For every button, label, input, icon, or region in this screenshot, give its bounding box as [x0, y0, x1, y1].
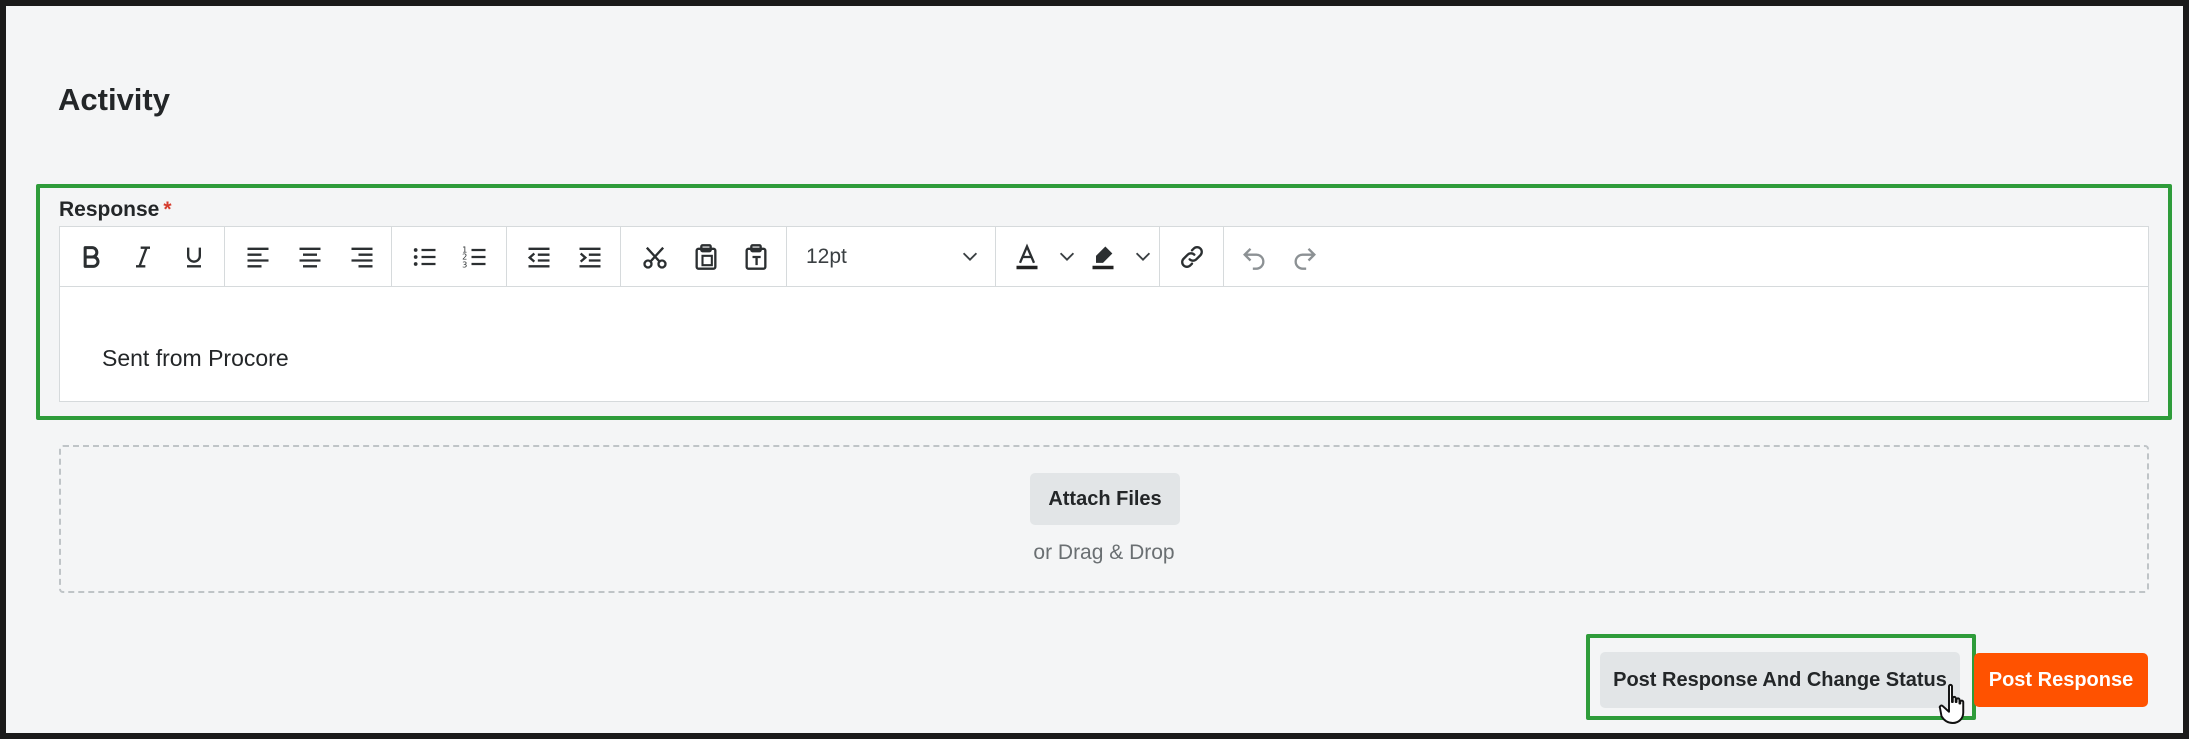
chevron-down-icon — [959, 245, 981, 267]
toolbar-group-lists: 123 — [392, 227, 507, 286]
bulleted-list-icon[interactable] — [408, 240, 442, 274]
highlight-color-chevron-icon[interactable] — [1132, 245, 1154, 267]
file-dropzone[interactable]: Attach Files or Drag & Drop — [59, 445, 2149, 593]
toolbar-group-text-style — [60, 227, 225, 286]
section-title: Activity — [58, 82, 170, 117]
drag-drop-hint: or Drag & Drop — [1033, 541, 1175, 564]
numbered-list-icon[interactable]: 123 — [458, 240, 492, 274]
underline-icon[interactable] — [177, 240, 211, 274]
attach-files-button[interactable]: Attach Files — [1030, 473, 1180, 525]
post-response-and-change-status-button[interactable]: Post Response And Change Status — [1600, 652, 1960, 708]
required-marker: * — [163, 198, 172, 221]
redo-icon[interactable] — [1288, 240, 1322, 274]
italic-icon[interactable] — [126, 240, 160, 274]
toolbar-group-history — [1224, 227, 1344, 286]
toolbar-group-colors — [996, 227, 1160, 286]
text-color-chevron-icon[interactable] — [1056, 245, 1078, 267]
text-color-icon[interactable] — [1010, 240, 1044, 274]
toolbar-group-alignment — [225, 227, 392, 286]
outdent-icon[interactable] — [522, 240, 556, 274]
editor-toolbar: 123 12pt — [60, 227, 2148, 287]
toolbar-group-font-size[interactable]: 12pt — [787, 227, 996, 286]
toolbar-group-clipboard — [621, 227, 787, 286]
indent-icon[interactable] — [573, 240, 607, 274]
cut-icon[interactable] — [638, 240, 672, 274]
toolbar-group-link — [1160, 227, 1224, 286]
svg-text:3: 3 — [462, 260, 467, 270]
bold-icon[interactable] — [74, 240, 108, 274]
response-rich-text-editor: 123 12pt Sent from Procore — [59, 226, 2149, 402]
toolbar-group-indent — [507, 227, 621, 286]
link-icon[interactable] — [1175, 240, 1209, 274]
activity-panel: Activity Response * 1 2 3 12pt Sent from… — [0, 0, 2189, 739]
response-label-text: Response — [59, 198, 160, 221]
response-editor-content[interactable]: Sent from Procore — [102, 345, 289, 372]
align-right-icon[interactable] — [345, 240, 379, 274]
align-center-icon[interactable] — [293, 240, 327, 274]
align-left-icon[interactable] — [241, 240, 275, 274]
undo-icon[interactable] — [1237, 240, 1271, 274]
paste-as-text-icon[interactable] — [739, 240, 773, 274]
post-response-button[interactable]: Post Response — [1974, 653, 2148, 707]
hand-cursor-icon — [1938, 683, 1965, 724]
font-size-select[interactable]: 12pt — [806, 227, 847, 286]
highlight-color-icon[interactable] — [1086, 240, 1120, 274]
response-label: Response * — [59, 198, 172, 222]
paste-icon[interactable] — [689, 240, 723, 274]
